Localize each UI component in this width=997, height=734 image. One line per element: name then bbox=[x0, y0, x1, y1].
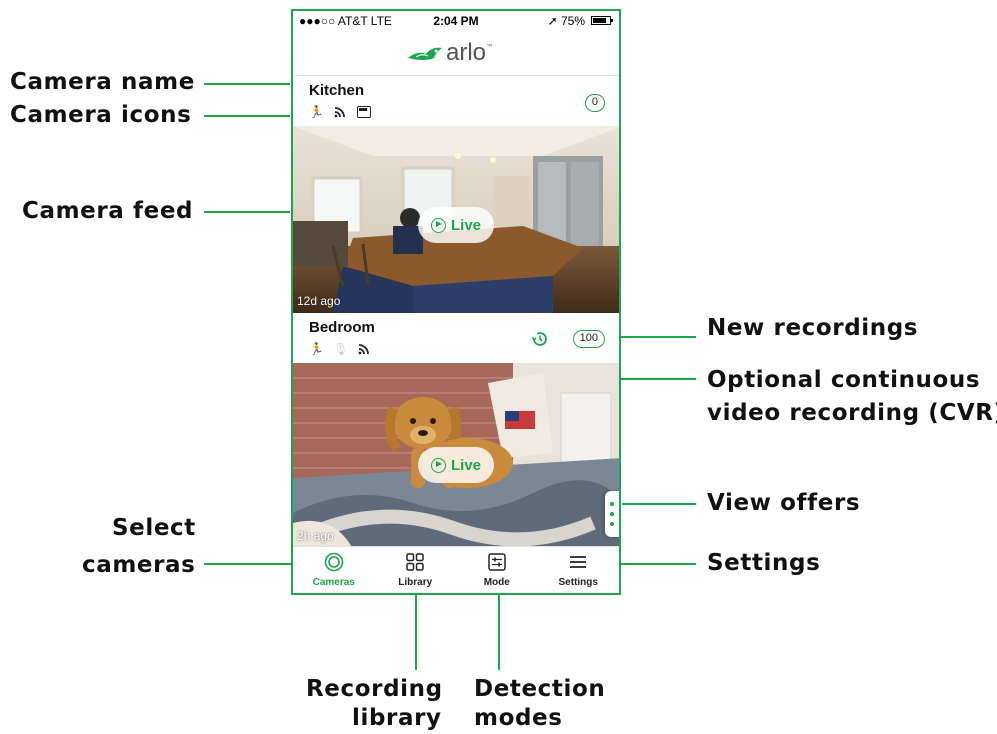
library-grid-icon bbox=[406, 553, 424, 571]
tab-mode[interactable]: Mode bbox=[456, 547, 538, 593]
callout-select-cameras-line1: Select bbox=[112, 515, 196, 541]
tab-settings[interactable]: Settings bbox=[538, 547, 620, 593]
new-recordings-badge[interactable]: 100 bbox=[572, 330, 605, 348]
callout-cvr-line1: Optional continuous bbox=[707, 367, 981, 393]
callout-view-offers: View offers bbox=[707, 490, 861, 516]
callout-new-recordings: New recordings bbox=[707, 315, 919, 341]
callout-detection-modes-line1: Detection bbox=[474, 676, 606, 702]
camera-icons: 🏃 🎙 bbox=[309, 343, 371, 355]
leader-recording-library bbox=[415, 595, 417, 670]
callout-cvr-line2: video recording (CVR) bbox=[707, 400, 997, 426]
callout-detection-modes-line2: modes bbox=[474, 705, 563, 731]
callout-settings: Settings bbox=[707, 550, 821, 576]
callout-camera-icons: Camera icons bbox=[10, 102, 192, 128]
tab-label: Cameras bbox=[312, 577, 355, 588]
tab-library[interactable]: Library bbox=[375, 547, 457, 593]
battery-icon bbox=[591, 16, 613, 25]
camera-card-header-kitchen[interactable]: Kitchen 🏃 0 bbox=[293, 76, 619, 126]
callout-camera-feed: Camera feed bbox=[22, 198, 194, 224]
dot-icon bbox=[610, 512, 614, 516]
view-offers-tab[interactable] bbox=[605, 491, 619, 537]
leader-select-cameras bbox=[204, 563, 300, 565]
battery-status-icon bbox=[357, 106, 371, 118]
leader-camera-icons bbox=[204, 115, 290, 117]
arlo-logo: arlo ™ bbox=[406, 39, 494, 67]
live-label: Live bbox=[450, 456, 481, 474]
tab-label: Library bbox=[398, 577, 433, 588]
camera-name: Bedroom bbox=[309, 319, 375, 336]
tab-label: Settings bbox=[558, 577, 598, 588]
logo-text: arlo bbox=[446, 39, 487, 66]
audio-icon: 🎙 bbox=[333, 342, 349, 356]
mode-sliders-icon bbox=[488, 553, 506, 571]
motion-icon: 🏃 bbox=[309, 342, 324, 356]
live-button[interactable]: Live bbox=[418, 207, 494, 243]
cvr-clock-icon[interactable] bbox=[530, 329, 550, 349]
status-bar: ●●●○○ AT&T LTE 2:04 PM ➚ 75% bbox=[293, 11, 619, 31]
dot-icon bbox=[610, 502, 614, 506]
last-seen-label: 2h ago bbox=[297, 529, 334, 543]
leader-camera-feed bbox=[204, 211, 290, 213]
leader-camera-name bbox=[204, 83, 290, 85]
tab-cameras[interactable]: Cameras bbox=[293, 547, 375, 593]
camera-card-header-bedroom[interactable]: Bedroom 🏃 🎙 100 bbox=[293, 313, 619, 363]
play-icon bbox=[430, 217, 446, 233]
callout-recording-library-line1: Recording bbox=[306, 676, 443, 702]
camera-feed-bedroom[interactable]: Live 2h ago bbox=[293, 363, 619, 549]
menu-icon bbox=[570, 556, 587, 568]
camera-feed-kitchen[interactable]: Live 12d ago bbox=[293, 126, 619, 313]
camera-icons: 🏃 bbox=[309, 106, 371, 118]
wifi-icon bbox=[357, 343, 371, 355]
tab-label: Mode bbox=[483, 577, 510, 588]
arlo-bird-icon bbox=[408, 47, 442, 60]
callout-recording-library-line2: library bbox=[352, 705, 442, 731]
logo-trademark: ™ bbox=[486, 43, 495, 52]
dot-icon bbox=[610, 522, 614, 526]
battery-percent: ➚ 75% bbox=[547, 14, 585, 28]
new-recordings-badge[interactable]: 0 bbox=[584, 94, 605, 112]
app-header: arlo ™ bbox=[293, 31, 619, 76]
motion-icon: 🏃 bbox=[309, 105, 324, 119]
callout-camera-name: Camera name bbox=[10, 69, 195, 95]
live-label: Live bbox=[450, 216, 481, 234]
phone-screen: ●●●○○ AT&T LTE 2:04 PM ➚ 75% arlo ™ Kitc… bbox=[291, 9, 621, 595]
camera-name: Kitchen bbox=[309, 82, 365, 99]
cameras-icon bbox=[324, 552, 344, 572]
live-button[interactable]: Live bbox=[418, 447, 494, 483]
last-seen-label: 12d ago bbox=[297, 294, 341, 308]
leader-view-offers bbox=[622, 503, 696, 505]
bottom-tab-bar: Cameras Library Mode Settings bbox=[293, 546, 619, 593]
leader-detection-modes bbox=[498, 595, 500, 670]
wifi-icon bbox=[333, 106, 347, 118]
play-icon bbox=[430, 457, 446, 473]
callout-select-cameras-line2: cameras bbox=[82, 552, 196, 578]
